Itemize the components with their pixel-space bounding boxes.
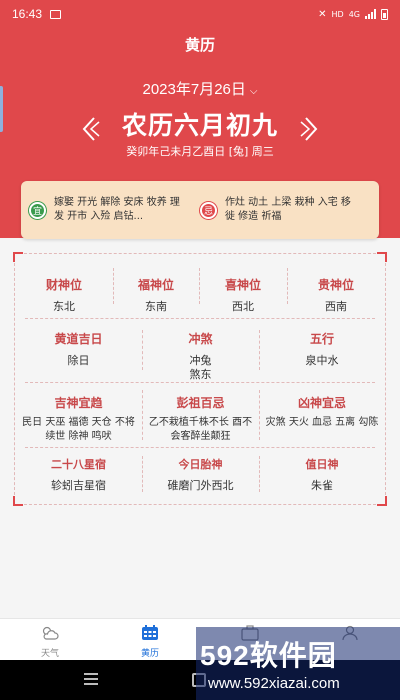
tab-label: 黄历 [140, 649, 159, 659]
cell-title: 黄道吉日 [54, 332, 103, 346]
weather-icon [42, 626, 59, 640]
cell-title: 冲煞 [188, 332, 213, 346]
cell-title: 财神位 [45, 278, 82, 292]
watermark-title: 592软件园 [200, 640, 337, 671]
wealth-god-cell: 财神位 东北 [15, 276, 113, 314]
yiji-card[interactable]: 宜 嫁娶 开光 解除 安床 牧养 理发 开市 入殓 启钻... 忌 作灶 动土 … [21, 181, 379, 239]
clash-cell: 冲煞 冲兔 煞东 [142, 330, 259, 382]
tab-weather[interactable]: 天气 [0, 625, 100, 659]
page-title: 黄历 [184, 36, 215, 54]
lucky-gods-cell: 吉神宜趋 民日 天巫 福德 天仓 不将 续世 除神 鸣吠 [15, 394, 142, 444]
status-right: ✕ HD 4G [318, 8, 388, 20]
next-day-icon[interactable] [300, 116, 320, 142]
cell-value: 除日 [67, 354, 90, 367]
cell-title: 福神位 [137, 278, 174, 292]
yi-section: 宜 嫁娶 开光 解除 安床 牧养 理发 开市 入殓 启钻... [29, 196, 200, 224]
cell-title: 喜神位 [224, 278, 261, 292]
yi-text: 嫁娶 开光 解除 安床 牧养 理发 开市 入殓 启钻... [54, 197, 180, 222]
cell-value: 冲兔 煞东 [189, 354, 212, 381]
mansion-cell: 二十八星宿 轸蚓吉星宿 [15, 456, 142, 493]
menu-icon[interactable] [84, 673, 98, 687]
ji-badge: 忌 [200, 201, 217, 219]
yi-badge: 宜 [29, 201, 46, 219]
cell-title: 吉神宜趋 [54, 396, 103, 410]
cell-title: 今日胎神 [178, 458, 223, 471]
cell-title: 凶神宜忌 [297, 396, 346, 410]
cell-value: 东北 [53, 300, 75, 313]
cell-value: 西北 [232, 300, 254, 313]
cell-value: 民日 天巫 福德 天仓 不将 续世 除神 鸣吠 [22, 417, 135, 442]
noble-god-cell: 贵神位 西南 [287, 276, 385, 314]
cell-title: 值日神 [305, 458, 339, 471]
ji-text: 作灶 动土 上梁 栽种 入宅 移徙 修造 祈福 [225, 197, 351, 222]
auspicious-day-cell: 黄道吉日 除日 [15, 330, 142, 368]
signal-icon [365, 9, 376, 19]
image-notification-icon [50, 9, 62, 19]
fortune-god-cell: 福神位 东南 [113, 276, 199, 314]
calendar-icon [142, 625, 158, 640]
cell-value: 碓磨门外西北 [167, 479, 234, 492]
status-time: 16:43 [12, 7, 43, 21]
solar-date: 2023年7月26日 [142, 81, 246, 98]
evil-gods-cell: 凶神宜忌 灾煞 天火 血忌 五离 勾陈 [259, 394, 385, 430]
cell-value: 轸蚓吉星宿 [51, 479, 106, 492]
tab-label: 天气 [40, 649, 59, 659]
status-bar: 16:43 ✕ HD 4G [0, 0, 400, 28]
network-label: 4G [348, 9, 360, 19]
joy-god-cell: 喜神位 西北 [199, 276, 287, 314]
battery-icon [381, 8, 388, 20]
cell-value: 泉中水 [305, 354, 339, 367]
lunar-date: 农历六月初九 [121, 111, 278, 140]
fetus-god-cell: 今日胎神 碓磨门外西北 [142, 456, 259, 493]
cell-title: 二十八星宿 [51, 458, 106, 471]
cell-value: 灾煞 天火 血忌 五离 勾陈 [265, 417, 379, 428]
cell-title: 五行 [309, 332, 334, 346]
cell-value: 乙不栽植千株不长 酉不会客醉坐颠狂 [148, 417, 253, 442]
cell-value: 东南 [145, 300, 167, 313]
hd-label: HD [331, 9, 344, 19]
ganzhi-date: 癸卯年己未月乙酉日 [兔] 周三 [126, 145, 274, 158]
ji-section: 忌 作灶 动土 上梁 栽种 入宅 移徙 修造 祈福 [200, 196, 371, 224]
tab-almanac[interactable]: 黄历 [100, 625, 200, 659]
date-picker[interactable]: 2023年7月26日 ⌵ [0, 78, 400, 99]
chevron-down-icon: ⌵ [249, 86, 258, 97]
duty-god-cell: 值日神 朱雀 [259, 456, 385, 493]
cell-title: 贵神位 [317, 278, 354, 292]
mute-icon: ✕ [318, 8, 327, 20]
five-elements-cell: 五行 泉中水 [259, 330, 385, 368]
cell-title: 彭祖百忌 [176, 396, 225, 410]
cell-value: 朱雀 [311, 479, 333, 492]
almanac-grid: 财神位 东北 福神位 东南 喜神位 西北 贵神位 西南 黄道吉日 除日 冲煞 冲… [13, 252, 387, 506]
pengzu-cell: 彭祖百忌 乙不栽植千株不长 酉不会客醉坐颠狂 [142, 394, 259, 444]
watermark-url: www.592xiazai.com [208, 675, 340, 692]
cell-value: 西南 [325, 300, 347, 313]
